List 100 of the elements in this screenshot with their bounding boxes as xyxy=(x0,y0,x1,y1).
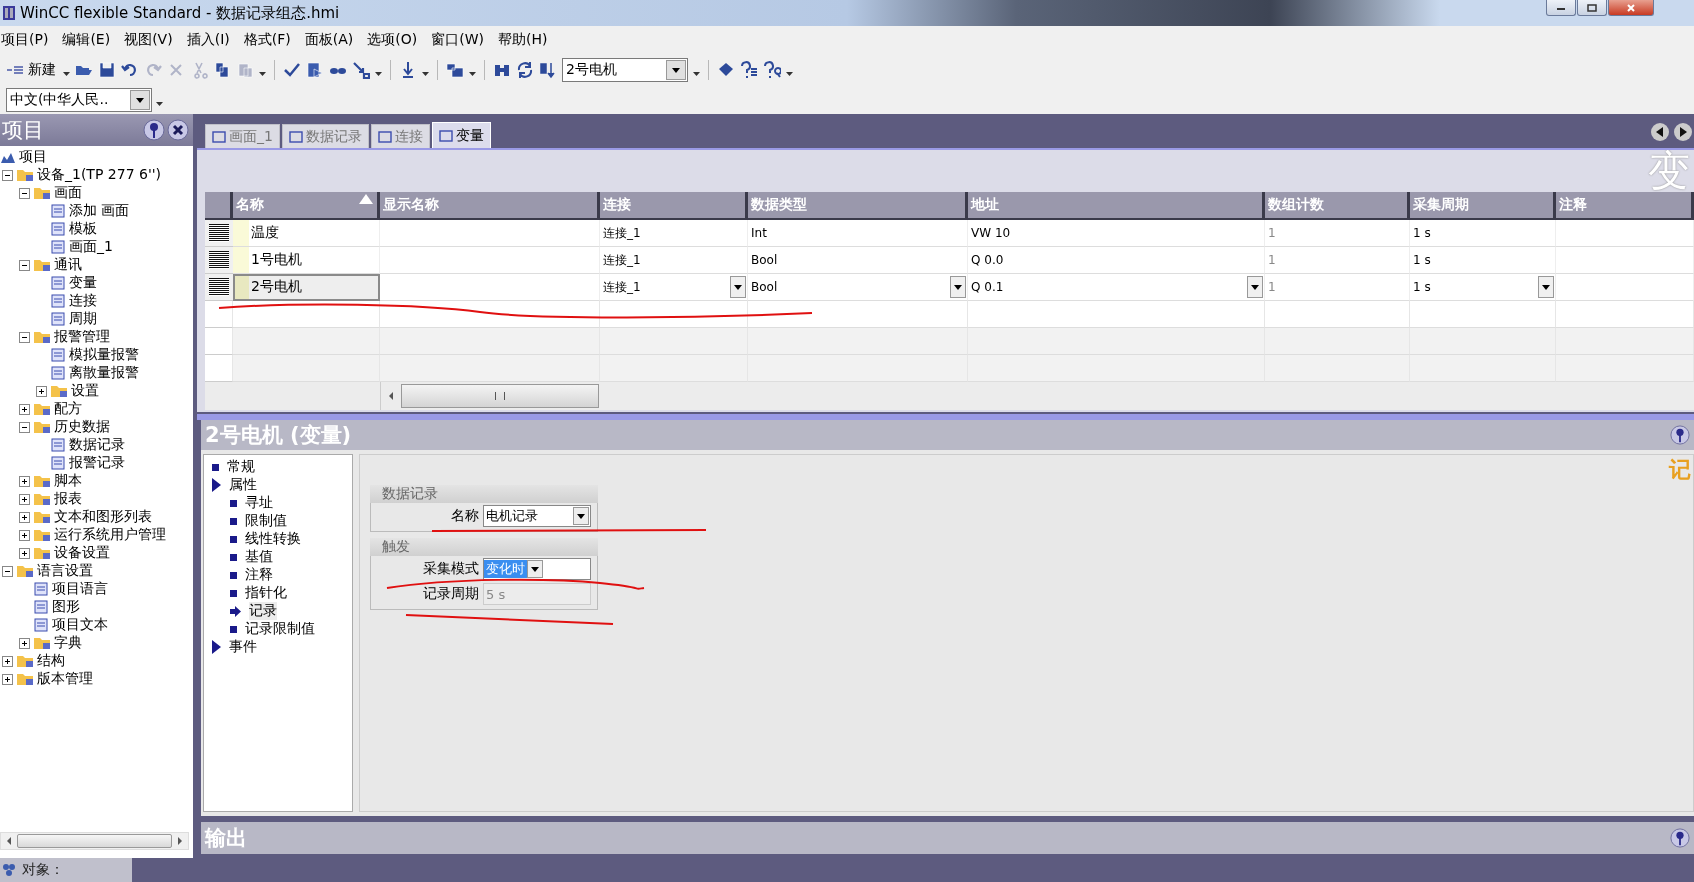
editor-tab[interactable]: 变量 xyxy=(431,122,491,148)
expand-toggle[interactable] xyxy=(19,331,30,343)
nav-item[interactable]: 记录 xyxy=(249,602,277,620)
menu-item[interactable]: 选项(O) xyxy=(366,31,425,49)
menu-item[interactable]: 项目(P) xyxy=(0,31,56,49)
caret-icon[interactable] xyxy=(693,72,700,76)
tree-item[interactable]: 版本管理 xyxy=(37,670,93,688)
menu-item[interactable]: 编辑(E) xyxy=(61,31,118,49)
caret-icon[interactable] xyxy=(156,102,163,106)
nav-item[interactable]: 限制值 xyxy=(245,512,287,530)
expand-toggle[interactable] xyxy=(2,169,13,181)
tree-item[interactable]: 运行系统用户管理 xyxy=(54,526,166,544)
copy-icon[interactable] xyxy=(213,61,231,79)
expand-toggle[interactable] xyxy=(2,673,13,685)
tree-item[interactable]: 语言设置 xyxy=(37,562,93,580)
row-selector[interactable] xyxy=(205,274,233,301)
next-icon[interactable] xyxy=(1673,122,1693,142)
dropdown-button[interactable] xyxy=(730,276,746,298)
dropdown-button[interactable] xyxy=(1247,276,1263,298)
caret-icon[interactable] xyxy=(375,72,382,76)
nav-item[interactable]: 寻址 xyxy=(245,494,273,512)
previous-icon[interactable] xyxy=(1650,122,1670,142)
tree-item[interactable]: 项目语言 xyxy=(52,580,108,598)
expand-toggle[interactable] xyxy=(19,475,30,487)
tree-item[interactable]: 报警记录 xyxy=(69,454,125,472)
help-icon[interactable] xyxy=(740,61,758,79)
expand-toggle[interactable] xyxy=(19,529,30,541)
maximize-button[interactable] xyxy=(1577,0,1607,16)
object-combobox[interactable]: 2号电机 xyxy=(562,58,688,82)
search-help-icon[interactable] xyxy=(763,61,781,79)
row-selector[interactable] xyxy=(205,247,233,274)
expand-toggle[interactable] xyxy=(19,187,30,199)
tree-item[interactable]: 设备_1(TP 277 6'') xyxy=(37,166,162,184)
tree-item[interactable]: 离散量报警 xyxy=(69,364,139,382)
transfer-icon[interactable] xyxy=(352,61,370,79)
nav-item[interactable]: 注释 xyxy=(245,566,273,584)
tree-item[interactable]: 周期 xyxy=(69,310,97,328)
tree-item[interactable]: 添加 画面 xyxy=(69,202,130,220)
tree-item[interactable]: 脚本 xyxy=(54,472,82,490)
menu-item[interactable]: 视图(V) xyxy=(123,31,180,49)
expand-toggle[interactable] xyxy=(19,259,30,271)
refresh-icon[interactable] xyxy=(516,61,534,79)
sort-icon[interactable] xyxy=(539,61,557,79)
caret-icon[interactable] xyxy=(63,72,70,76)
undo-icon[interactable] xyxy=(121,61,139,79)
tree-item[interactable]: 设备设置 xyxy=(54,544,110,562)
left-arrow-icon[interactable] xyxy=(387,392,395,400)
new-button[interactable]: 新建 xyxy=(4,61,58,79)
nav-item[interactable]: 基值 xyxy=(245,548,273,566)
expand-toggle[interactable] xyxy=(19,547,30,559)
nav-item[interactable]: 指针化 xyxy=(245,584,287,602)
dropdown-button[interactable] xyxy=(1538,276,1554,298)
tree-item[interactable]: 字典 xyxy=(54,634,82,652)
close-icon[interactable] xyxy=(167,119,189,141)
tree-item[interactable]: 设置 xyxy=(71,382,99,400)
caret-icon[interactable] xyxy=(469,72,476,76)
nav-item[interactable]: 常规 xyxy=(227,458,255,476)
tree-item[interactable]: 项目文本 xyxy=(52,616,108,634)
dropdown-field[interactable]: 电机记录 xyxy=(483,505,591,527)
dropdown-button[interactable] xyxy=(950,276,966,298)
row-selector[interactable] xyxy=(205,220,233,247)
expand-toggle[interactable] xyxy=(2,655,13,667)
nav-item[interactable]: 属性 xyxy=(229,476,257,494)
menu-item[interactable]: 插入(I) xyxy=(185,31,237,49)
check-icon[interactable] xyxy=(283,61,301,79)
tree-item[interactable]: 变量 xyxy=(69,274,97,292)
tree-item[interactable]: 模拟量报警 xyxy=(69,346,139,364)
horizontal-scrollbar[interactable] xyxy=(0,832,189,850)
tree-item[interactable]: 模板 xyxy=(69,220,97,238)
tree-item[interactable]: 图形 xyxy=(52,598,80,616)
caret-icon[interactable] xyxy=(422,72,429,76)
nav-item[interactable]: 记录限制值 xyxy=(245,620,315,638)
nav-item[interactable]: 事件 xyxy=(229,638,257,656)
expand-toggle[interactable] xyxy=(36,385,47,397)
language-combobox[interactable]: 中文(中华人民.. xyxy=(6,88,152,112)
caret-icon[interactable] xyxy=(259,72,266,76)
close-button[interactable] xyxy=(1608,0,1654,16)
tree-item[interactable]: 画面_1 xyxy=(69,238,113,256)
compile-icon[interactable] xyxy=(306,61,324,79)
tree-item[interactable]: 连接 xyxy=(69,292,97,310)
caret-icon[interactable] xyxy=(786,72,793,76)
pin-icon[interactable] xyxy=(1670,425,1690,445)
right-arrow-icon[interactable] xyxy=(176,837,184,845)
menu-item[interactable]: 面板(A) xyxy=(303,31,361,49)
expand-toggle[interactable] xyxy=(19,493,30,505)
nav-item[interactable]: 线性转换 xyxy=(245,530,301,548)
tree-item[interactable]: 报警管理 xyxy=(54,328,110,346)
menu-item[interactable]: 帮助(H) xyxy=(496,31,555,49)
tree-item[interactable]: 结构 xyxy=(37,652,65,670)
expand-toggle[interactable] xyxy=(19,511,30,523)
layout-icon[interactable] xyxy=(446,61,464,79)
pin-icon[interactable] xyxy=(1670,828,1690,848)
tree-item[interactable]: 文本和图形列表 xyxy=(54,508,152,526)
expand-toggle[interactable] xyxy=(19,421,30,433)
tree-item[interactable]: 项目 xyxy=(19,148,47,166)
tree-item[interactable]: 报表 xyxy=(54,490,82,508)
tree-item[interactable]: 通讯 xyxy=(54,256,82,274)
tree-item[interactable]: 历史数据 xyxy=(54,418,110,436)
tree-item[interactable]: 配方 xyxy=(54,400,82,418)
corner-cell[interactable] xyxy=(205,192,233,220)
